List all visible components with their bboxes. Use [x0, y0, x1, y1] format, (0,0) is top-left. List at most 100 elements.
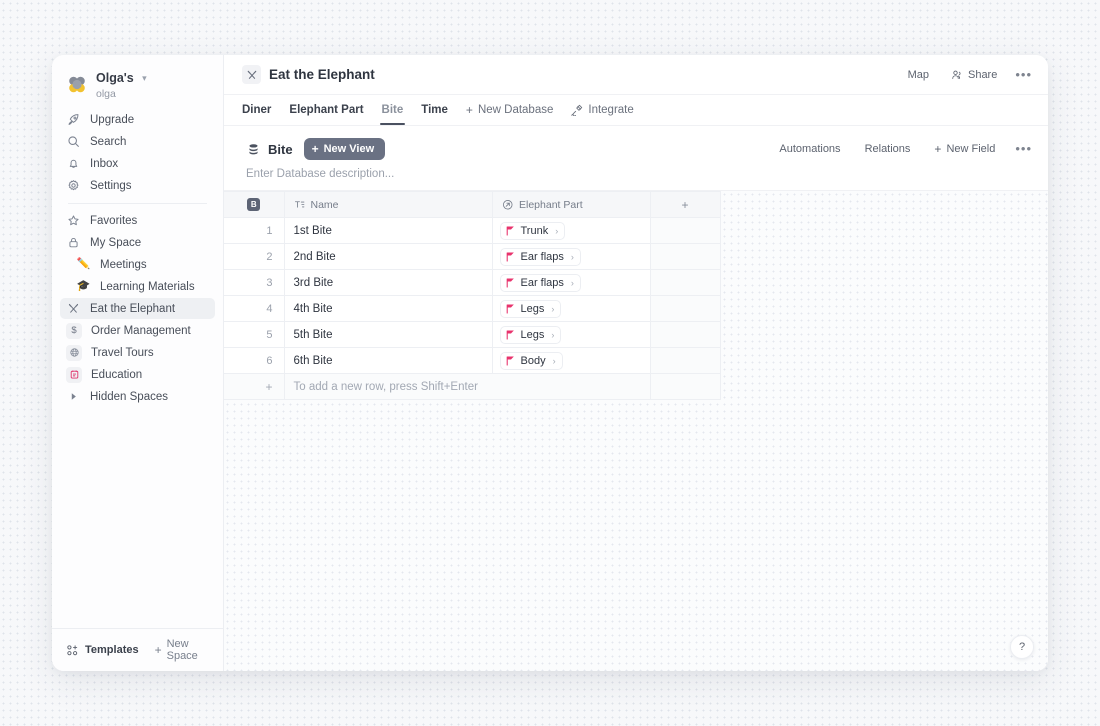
relations-button[interactable]: Relations [861, 140, 915, 158]
sidebar-item-settings[interactable]: Settings [60, 175, 215, 196]
cell-empty [650, 374, 720, 400]
header-more-button[interactable]: ••• [1015, 71, 1032, 79]
sidebar-item-label: Eat the Elephant [90, 303, 175, 315]
new-database-label: New Database [478, 104, 553, 116]
cell-relation[interactable]: Legs › [492, 322, 650, 348]
relation-chip[interactable]: Trunk › [500, 222, 566, 240]
cell-name[interactable]: 6th Bite [284, 348, 492, 374]
table-row[interactable]: 6 6th Bite Body › [224, 348, 720, 374]
plug-icon [571, 104, 583, 116]
map-button[interactable]: Map [904, 66, 933, 84]
sidebar-item-learning-materials[interactable]: 🎓 Learning Materials [60, 276, 215, 297]
chevron-right-icon: › [551, 304, 554, 314]
sidebar-item-label: My Space [90, 237, 141, 249]
clipboard-icon [66, 367, 82, 383]
table-header-row: B Name [224, 192, 720, 218]
cell-name[interactable]: 2nd Bite [284, 244, 492, 270]
workspace-switcher[interactable]: Olga's ▾ olga [60, 65, 215, 108]
new-field-label: New Field [946, 143, 995, 155]
cell-name[interactable]: 3rd Bite [284, 270, 492, 296]
star-icon [66, 213, 81, 228]
new-database-button[interactable]: + New Database [457, 95, 562, 125]
sidebar-item-search[interactable]: Search [60, 131, 215, 152]
plus-icon: + [312, 143, 319, 155]
relation-chip[interactable]: Ear flaps › [500, 274, 581, 292]
relation-chip[interactable]: Ear flaps › [500, 248, 581, 266]
cell-name[interactable]: 5th Bite [284, 322, 492, 348]
avatar [66, 74, 88, 96]
column-header-name[interactable]: Name [284, 192, 492, 218]
flag-icon [506, 356, 515, 366]
column-header-elephant-part[interactable]: Elephant Part [492, 192, 650, 218]
sidebar-item-order-management[interactable]: $ Order Management [60, 320, 215, 341]
tab-bite[interactable]: Bite [373, 95, 413, 125]
add-row-hint[interactable]: To add a new row, press Shift+Enter [284, 374, 650, 400]
sidebar-item-favorites[interactable]: Favorites [60, 210, 215, 231]
cell-empty [650, 270, 720, 296]
sidebar-item-travel-tours[interactable]: Travel Tours [60, 342, 215, 363]
cell-relation[interactable]: Legs › [492, 296, 650, 322]
cell-name[interactable]: 4th Bite [284, 296, 492, 322]
table-row[interactable]: 3 3rd Bite Ear flaps › [224, 270, 720, 296]
cell-empty [650, 244, 720, 270]
sidebar-item-hidden-spaces[interactable]: Hidden Spaces [60, 386, 215, 407]
column-header-add-field[interactable]: + [650, 192, 720, 218]
share-button[interactable]: Share [947, 66, 1001, 84]
share-people-icon [951, 69, 963, 81]
sidebar-item-education[interactable]: Education [60, 364, 215, 385]
column-header-label: Name [311, 199, 339, 211]
sidebar-item-inbox[interactable]: Inbox [60, 153, 215, 174]
sidebar-item-eat-the-elephant[interactable]: Eat the Elephant [60, 298, 215, 319]
column-header-row-number[interactable]: B [224, 192, 284, 218]
new-field-button[interactable]: + New Field [930, 139, 999, 159]
help-button[interactable]: ? [1010, 635, 1034, 659]
workspace-text: Olga's ▾ olga [96, 69, 147, 100]
row-number: 1 [224, 218, 284, 244]
chevron-right-icon: › [571, 252, 574, 262]
relation-chip-label: Legs [521, 303, 545, 315]
cell-relation[interactable]: Ear flaps › [492, 244, 650, 270]
cell-relation[interactable]: Trunk › [492, 218, 650, 244]
header-actions: Map Share ••• [904, 66, 1032, 84]
cell-relation[interactable]: Body › [492, 348, 650, 374]
cell-name[interactable]: 1st Bite [284, 218, 492, 244]
table-row[interactable]: 5 5th Bite Legs › [224, 322, 720, 348]
integrate-button[interactable]: Integrate [562, 95, 642, 125]
bell-icon [66, 156, 81, 171]
sidebar-item-my-space[interactable]: My Space [60, 232, 215, 253]
tab-time[interactable]: Time [412, 95, 457, 125]
relation-chip[interactable]: Body › [500, 352, 563, 370]
table-row[interactable]: 4 4th Bite Legs › [224, 296, 720, 322]
tab-diner[interactable]: Diner [242, 95, 280, 125]
sidebar-item-upgrade[interactable]: Upgrade [60, 109, 215, 130]
cell-empty [650, 348, 720, 374]
flag-icon [506, 304, 515, 314]
sidebar-item-label: Hidden Spaces [90, 391, 168, 403]
database-description-input[interactable]: Enter Database description... [246, 168, 1032, 180]
table-row[interactable]: 1 1st Bite Trunk › [224, 218, 720, 244]
tab-elephant-part[interactable]: Elephant Part [280, 95, 372, 125]
rocket-icon [66, 112, 81, 127]
database-more-button[interactable]: ••• [1015, 145, 1032, 153]
sidebar-item-label: Upgrade [90, 114, 134, 126]
automations-button[interactable]: Automations [775, 140, 844, 158]
templates-button[interactable]: Templates [62, 641, 142, 660]
flag-icon [506, 226, 515, 236]
text-sort-icon [294, 199, 305, 210]
sidebar-item-label: Order Management [91, 325, 191, 337]
app-window: Olga's ▾ olga Upgrade [52, 55, 1048, 671]
table-header: B Name [224, 192, 720, 218]
new-space-button[interactable]: + New Space [152, 636, 213, 664]
table-row[interactable]: 2 2nd Bite Ear flaps › [224, 244, 720, 270]
row-number: 5 [224, 322, 284, 348]
sidebar-item-label: Travel Tours [91, 347, 154, 359]
add-row-plus-icon[interactable]: + [224, 374, 284, 400]
relation-chip[interactable]: Legs › [500, 300, 562, 318]
add-row[interactable]: + To add a new row, press Shift+Enter [224, 374, 720, 400]
sidebar-divider [68, 203, 207, 204]
cell-relation[interactable]: Ear flaps › [492, 270, 650, 296]
relation-chip[interactable]: Legs › [500, 326, 562, 344]
new-view-button[interactable]: + New View [304, 138, 386, 160]
flag-icon [506, 252, 515, 262]
sidebar-item-meetings[interactable]: ✏️ Meetings [60, 254, 215, 275]
